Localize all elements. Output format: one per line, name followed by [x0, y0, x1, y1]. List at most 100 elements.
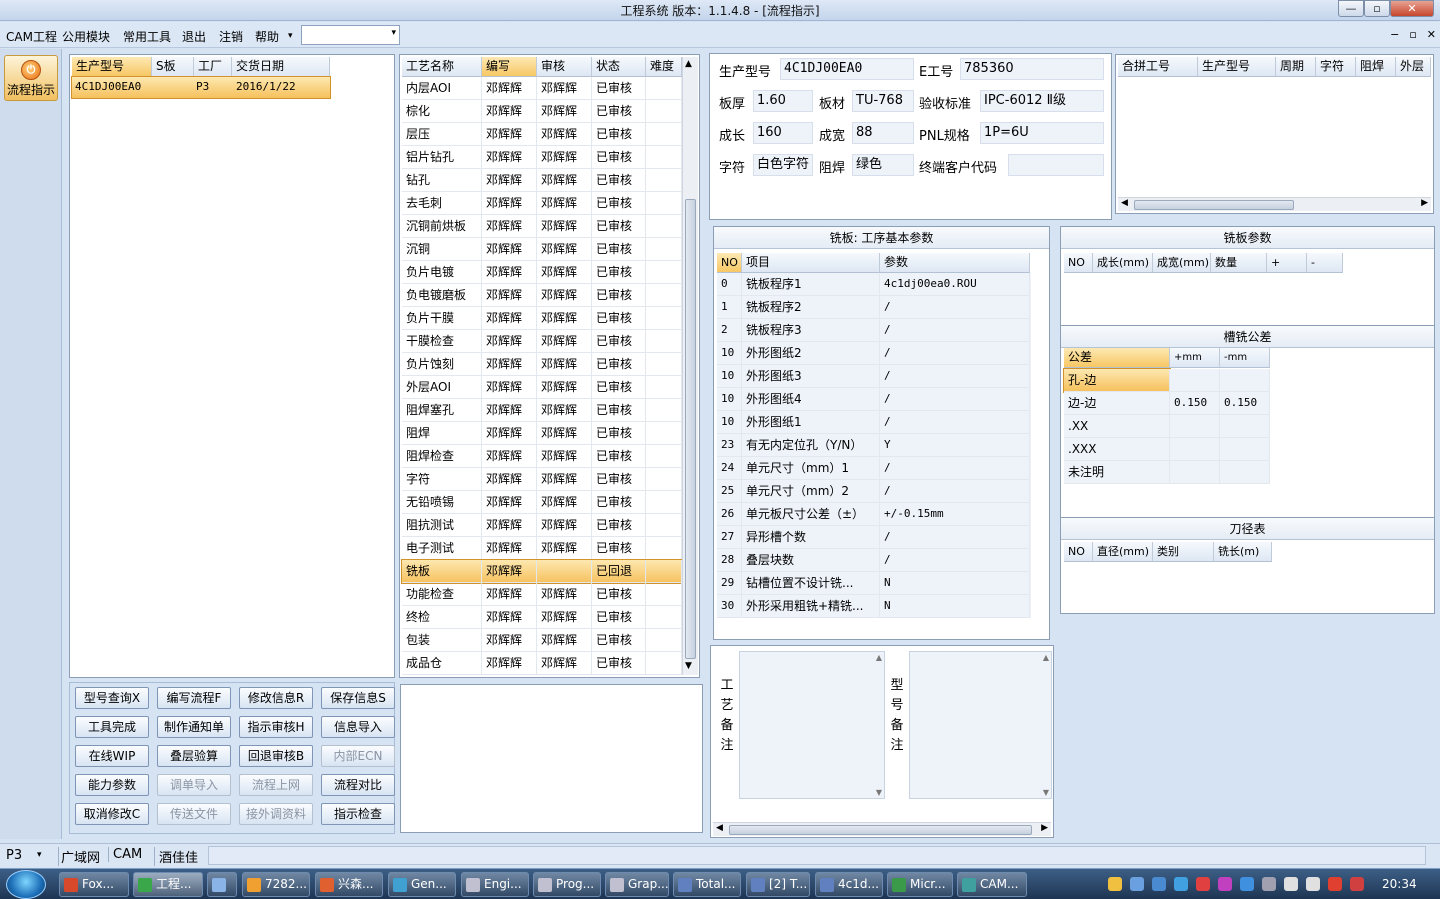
tray-icon[interactable]	[1174, 877, 1188, 891]
scroll-right-icon[interactable]: ▶	[1041, 823, 1048, 833]
taskbar-item[interactable]: 7282...	[242, 872, 310, 897]
action-button[interactable]: 指示审核H	[239, 716, 313, 738]
table-row[interactable]: 1 铣板程序2/	[717, 296, 1031, 319]
table-row[interactable]: 27 异形槽个数 /	[717, 526, 1031, 549]
tray-icon[interactable]	[1240, 877, 1254, 891]
scroll-up-icon[interactable]: ▲	[876, 653, 882, 662]
table-cell[interactable]: .XXX	[1064, 438, 1170, 461]
merge-hscrollbar[interactable]: ◀ ▶	[1118, 197, 1431, 211]
scroll-thumb[interactable]	[729, 825, 1032, 835]
table-row[interactable]: 24 单元尺寸（mm）1/	[717, 457, 1031, 480]
notes-hscrollbar[interactable]: ◀ ▶	[713, 822, 1051, 836]
mill-header[interactable]: 数量	[1211, 253, 1267, 273]
action-button[interactable]: 接外调资料	[239, 803, 313, 825]
scroll-thumb[interactable]	[685, 199, 696, 659]
menu-tools[interactable]: 常用工具	[123, 28, 171, 45]
table-row[interactable]: 10 外形图纸1/	[717, 411, 1031, 434]
flow-indicator-button[interactable]: ⏻ 流程指示	[4, 55, 58, 101]
table-row[interactable]: 字符 邓辉辉 邓辉辉 已审核	[402, 468, 682, 491]
tray-icon[interactable]	[1130, 877, 1144, 891]
tray-icon[interactable]	[1218, 877, 1232, 891]
taskbar-item[interactable]: Engi...	[461, 872, 529, 897]
close-button[interactable]: ✕	[1390, 0, 1434, 17]
model-field[interactable]: 4C1DJ00EA0	[780, 58, 914, 80]
table-row[interactable]: 外层AOI 邓辉辉 邓辉辉 已审核	[402, 376, 682, 399]
taskbar-item[interactable]: [2] T...	[746, 872, 810, 897]
orders-header-date[interactable]: 交货日期	[232, 57, 330, 77]
orders-header-sboard[interactable]: S板	[152, 57, 194, 77]
table-row[interactable]: 29 钻槽位置不设计铣... N	[717, 572, 1031, 595]
model-note-field[interactable]: ▲ ▼	[909, 651, 1052, 799]
routing-header[interactable]: NO	[717, 253, 742, 273]
taskbar-item[interactable]: 兴森...	[315, 872, 383, 897]
table-row[interactable]: 30 外形采用粗铣+精铣... N	[717, 595, 1031, 618]
scroll-down-icon[interactable]: ▼	[1043, 788, 1049, 797]
process-header[interactable]: 审核	[537, 57, 592, 77]
mdi-minimize-icon[interactable]: −	[1390, 28, 1399, 41]
scroll-thumb[interactable]	[1134, 200, 1294, 210]
tray-icon[interactable]	[1284, 877, 1298, 891]
clock[interactable]: 20:34	[1382, 877, 1417, 891]
scroll-left-icon[interactable]: ◀	[716, 823, 723, 833]
table-row[interactable]: 干膜检查 邓辉辉 邓辉辉 已审核	[402, 330, 682, 353]
taskbar-item[interactable]: 工程...	[133, 872, 203, 897]
tool-header[interactable]: 铣长(m)	[1214, 542, 1272, 562]
customer-field[interactable]	[1008, 154, 1104, 176]
tray-icon[interactable]	[1328, 877, 1342, 891]
action-button[interactable]: 型号查询X	[75, 687, 149, 709]
merge-header[interactable]: 外层	[1396, 57, 1431, 77]
table-row[interactable]: 层压 邓辉辉 邓辉辉 已审核	[402, 123, 682, 146]
process-note-field[interactable]: ▲ ▼	[739, 651, 885, 799]
taskbar-item[interactable]: 4c1d...	[815, 872, 883, 897]
width-field[interactable]: 88	[852, 122, 914, 144]
table-row[interactable]: 负电镀磨板 邓辉辉 邓辉辉 已审核	[402, 284, 682, 307]
scroll-down-icon[interactable]: ▼	[685, 661, 692, 671]
process-header[interactable]: 难度	[646, 57, 682, 77]
process-header[interactable]: 编写	[482, 57, 537, 77]
table-row[interactable]: 阻焊检查 邓辉辉 邓辉辉 已审核	[402, 445, 682, 468]
tool-header[interactable]: NO	[1064, 542, 1093, 562]
tray-icon[interactable]	[1152, 877, 1166, 891]
minimize-button[interactable]: —	[1338, 0, 1364, 17]
action-button[interactable]: 取消修改C	[75, 803, 149, 825]
action-button[interactable]: 编写流程F	[157, 687, 231, 709]
menu-exit[interactable]: 退出	[182, 28, 206, 45]
action-button[interactable]: 传送文件	[157, 803, 231, 825]
table-cell[interactable]: 孔-边	[1063, 368, 1171, 393]
taskbar-item[interactable]: Grap...	[605, 872, 669, 897]
menu-cam[interactable]: CAM工程	[6, 28, 57, 45]
scroll-up-icon[interactable]: ▲	[1043, 653, 1049, 662]
orders-header-model[interactable]: 生产型号	[72, 57, 152, 77]
table-cell[interactable]: 未注明	[1064, 461, 1170, 484]
table-row[interactable]: 0 铣板程序1 4c1dj00ea0.ROU	[717, 273, 1031, 296]
tool-header[interactable]: 类别	[1153, 542, 1214, 562]
taskbar-item[interactable]: Micr...	[887, 872, 953, 897]
table-row[interactable]: 4C1DJ00EA0 P3 2016/1/22	[71, 76, 331, 99]
table-row[interactable]: 终检 邓辉辉 邓辉辉 已审核	[402, 606, 682, 629]
material-field[interactable]: TU-768	[852, 90, 914, 112]
action-button[interactable]: 指示检查	[321, 803, 395, 825]
taskbar-item[interactable]: Fox...	[59, 872, 129, 897]
taskbar-item[interactable]: Gen...	[388, 872, 456, 897]
table-row[interactable]: 负片蚀刻 邓辉辉 邓辉辉 已审核	[402, 353, 682, 376]
scroll-up-icon[interactable]: ▲	[685, 59, 692, 69]
action-button[interactable]: 内部ECN	[321, 745, 395, 767]
action-button[interactable]: 保存信息S	[321, 687, 395, 709]
mask-field[interactable]: 绿色	[852, 154, 914, 176]
scroll-right-icon[interactable]: ▶	[1421, 198, 1428, 208]
action-button[interactable]: 叠层验算	[157, 745, 231, 767]
menu-help[interactable]: 帮助	[255, 28, 279, 45]
char-field[interactable]: 白色字符	[753, 154, 813, 176]
table-row[interactable]: 阻焊塞孔 邓辉辉 邓辉辉 已审核	[402, 399, 682, 422]
table-row[interactable]: 阻焊 邓辉辉 邓辉辉 已审核	[402, 422, 682, 445]
table-row[interactable]: 10 外形图纸4/	[717, 388, 1031, 411]
table-row[interactable]: 负片干膜 邓辉辉 邓辉辉 已审核	[402, 307, 682, 330]
merge-header[interactable]: 合拼工号	[1118, 57, 1198, 77]
action-button[interactable]: 流程对比	[321, 774, 395, 796]
menu-logout[interactable]: 注销	[219, 28, 243, 45]
tray-icon[interactable]	[1350, 877, 1364, 891]
action-button[interactable]: 在线WIP	[75, 745, 149, 767]
tray-icon[interactable]	[1108, 877, 1122, 891]
mill-header[interactable]: +	[1267, 253, 1307, 273]
eno-field[interactable]: 785360	[960, 58, 1104, 80]
